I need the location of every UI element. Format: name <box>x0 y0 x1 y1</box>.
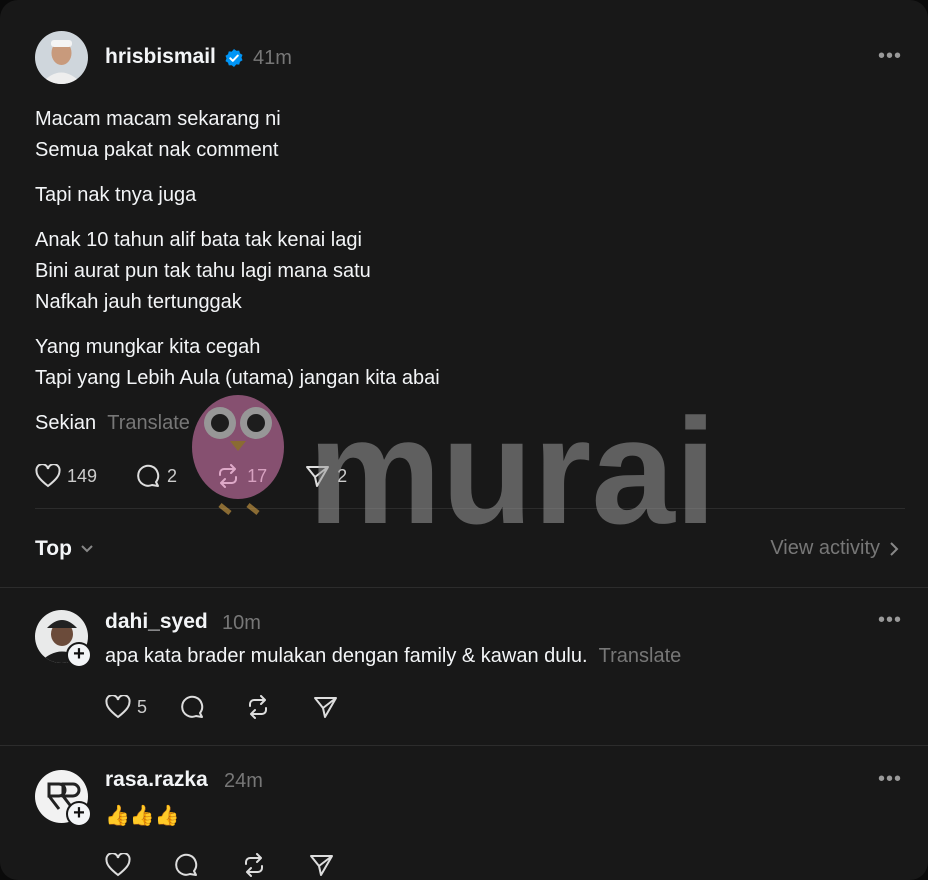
comment-count: 2 <box>167 465 178 486</box>
post-line: Semua pakat nak comment <box>35 139 279 161</box>
repost-count: 17 <box>247 465 268 486</box>
share-button[interactable]: 2 <box>305 464 347 488</box>
post-line: Nafkah jauh tertunggak <box>35 291 242 313</box>
post-body: Macam macam sekarang ni Semua pakat nak … <box>35 104 440 439</box>
repost-icon <box>249 695 268 719</box>
post-line: Bini aurat pun tak tahu lagi mana satu <box>35 260 371 282</box>
view-activity-link[interactable]: View activity <box>770 537 900 560</box>
post-username[interactable]: hrisbismail <box>105 45 216 69</box>
translate-link[interactable]: Translate <box>107 412 190 434</box>
share-count: 2 <box>337 465 348 486</box>
post-line: Yang mungkar kita cegah <box>35 336 261 358</box>
heart-icon <box>35 464 61 488</box>
divider <box>0 587 928 588</box>
repost-button[interactable]: 17 <box>215 464 267 488</box>
reply-text: 👍👍👍 <box>105 805 180 827</box>
comment-icon <box>175 853 198 876</box>
repost-button[interactable] <box>245 695 277 719</box>
reply-username[interactable]: dahi_syed <box>105 610 208 634</box>
send-icon <box>314 697 338 718</box>
post-line: Tapi yang Lebih Aula (utama) jangan kita… <box>35 367 440 389</box>
follow-button[interactable]: + <box>66 642 92 668</box>
sort-dropdown[interactable]: Top <box>35 537 94 561</box>
divider <box>35 508 905 509</box>
more-options-icon[interactable]: ••• <box>878 768 902 791</box>
comment-button[interactable]: 2 <box>135 464 177 488</box>
chevron-down-icon <box>81 545 93 553</box>
reply-text: apa kata brader mulakan dengan family & … <box>105 645 588 667</box>
repost-button[interactable] <box>241 853 273 877</box>
share-button[interactable] <box>313 695 345 719</box>
chevron-right-icon <box>890 541 899 556</box>
comment-icon <box>137 464 160 487</box>
more-options-icon[interactable]: ••• <box>878 609 902 632</box>
like-count: 149 <box>67 465 98 486</box>
post-line: Tapi nak tnya juga <box>35 184 197 206</box>
heart-icon <box>105 695 131 719</box>
reply-actions <box>105 853 379 877</box>
like-button[interactable]: 5 <box>105 695 147 719</box>
post-actions: 149 2 17 2 <box>35 464 385 488</box>
reply-time: 10m <box>222 612 261 634</box>
sort-label: Top <box>35 537 72 560</box>
like-button[interactable]: 149 <box>35 464 97 488</box>
thread-card: hrisbismail 41m ••• Macam macam sekarang… <box>0 0 928 880</box>
repost-icon <box>219 464 238 488</box>
post-line: Sekian <box>35 412 97 434</box>
divider <box>0 745 928 746</box>
like-button[interactable] <box>105 853 137 877</box>
send-icon <box>306 466 330 487</box>
post-line: Anak 10 tahun alif bata tak kenai lagi <box>35 229 362 251</box>
post-line: Macam macam sekarang ni <box>35 108 281 130</box>
view-activity-label: View activity <box>770 537 880 559</box>
heart-icon <box>105 853 131 877</box>
reply-username[interactable]: rasa.razka <box>105 768 208 792</box>
more-options-icon[interactable]: ••• <box>878 45 902 68</box>
avatar[interactable] <box>35 31 88 84</box>
repost-icon <box>245 853 263 877</box>
reply-time: 24m <box>224 770 263 792</box>
translate-link[interactable]: Translate <box>599 645 682 667</box>
follow-button[interactable]: + <box>66 801 92 827</box>
share-button[interactable] <box>309 853 341 877</box>
post-time: 41m <box>253 47 292 69</box>
verified-badge-icon <box>224 48 244 73</box>
comment-icon <box>181 695 204 718</box>
like-count: 5 <box>137 696 148 717</box>
reply-actions: 5 <box>105 695 383 719</box>
comment-button[interactable] <box>179 695 211 719</box>
comment-button[interactable] <box>173 853 205 877</box>
send-icon <box>310 855 333 876</box>
